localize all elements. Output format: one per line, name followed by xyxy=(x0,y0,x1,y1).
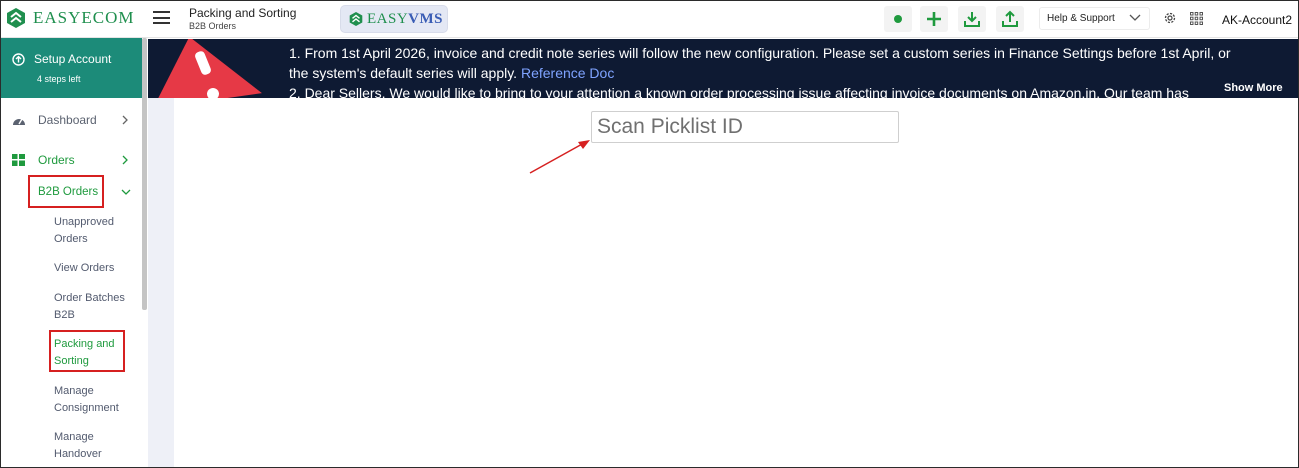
status-dot-icon xyxy=(894,15,902,23)
sidebar-subitem-order-batches[interactable]: Order Batches B2B xyxy=(54,290,134,324)
sidebar-subitem-packing-sorting[interactable]: Packing and Sorting xyxy=(54,336,134,370)
sidebar-item-orders[interactable]: Orders xyxy=(1,152,142,168)
page-title: Packing and Sorting xyxy=(189,6,297,20)
sidebar: Setup Account 4 steps left Dashboard Ord… xyxy=(1,38,148,467)
setup-steps-left: 4 steps left xyxy=(37,74,81,84)
download-icon xyxy=(964,12,980,27)
help-support-dropdown[interactable]: Help & Support xyxy=(1039,7,1150,30)
sidebar-subitem-manage-handover[interactable]: Manage Handover xyxy=(54,429,134,463)
sidebar-subitem-view-orders[interactable]: View Orders xyxy=(54,260,134,277)
upload-button[interactable] xyxy=(996,6,1024,32)
chevron-right-icon xyxy=(122,115,128,125)
announcement-line-2: the system's default series will apply. … xyxy=(289,65,615,81)
sidebar-subitem-manage-consignment[interactable]: Manage Consignment xyxy=(54,383,134,417)
chevron-down-icon xyxy=(121,189,131,195)
announcement-line-1: 1. From 1st April 2026, invoice and cred… xyxy=(289,45,1231,61)
reference-doc-link[interactable]: Reference Doc xyxy=(521,65,614,81)
easyvms-label: EASYVMS xyxy=(367,10,444,27)
sidebar-item-orders-label: Orders xyxy=(38,153,75,167)
menu-toggle-icon[interactable] xyxy=(153,11,170,24)
account-name[interactable]: AK-Account2 xyxy=(1222,13,1292,27)
easyvms-logo-icon xyxy=(349,12,363,26)
add-button[interactable] xyxy=(920,6,948,32)
upload-icon xyxy=(1002,10,1018,27)
show-more-button[interactable]: Show More xyxy=(1224,82,1283,94)
top-bar: EASYECOM Packing and Sorting B2B Orders … xyxy=(1,1,1298,38)
announcement-line-3: 2. Dear Sellers, We would like to bring … xyxy=(289,85,1189,98)
add-icon xyxy=(927,12,941,26)
announcement-banner: 1. From 1st April 2026, invoice and cred… xyxy=(148,39,1298,98)
sidebar-scrollbar[interactable] xyxy=(142,38,147,310)
easyecom-logo[interactable]: EASYECOM xyxy=(6,7,135,29)
setup-account-title: Setup Account xyxy=(34,52,112,66)
orders-grid-icon xyxy=(12,154,25,166)
arrow-up-circle-icon xyxy=(12,53,25,66)
sidebar-item-dashboard[interactable]: Dashboard xyxy=(1,112,142,128)
warning-icon xyxy=(154,39,262,98)
sidebar-item-dashboard-label: Dashboard xyxy=(38,113,97,127)
sidebar-subitem-unapproved-orders[interactable]: Unapproved Orders xyxy=(54,214,134,248)
logo-text: EASYECOM xyxy=(33,8,135,27)
help-support-label: Help & Support xyxy=(1047,13,1115,24)
announcement-text: 1. From 1st April 2026, invoice and cred… xyxy=(289,43,1289,98)
easyvms-switch-button[interactable]: EASYVMS xyxy=(341,6,447,32)
content-left-gutter xyxy=(148,98,174,467)
sidebar-item-b2b-orders-label: B2B Orders xyxy=(38,186,99,198)
easyecom-logo-icon xyxy=(7,8,25,28)
status-indicator-button[interactable] xyxy=(884,6,912,32)
download-button[interactable] xyxy=(958,6,986,32)
page-subtitle: B2B Orders xyxy=(189,21,237,31)
gear-icon[interactable] xyxy=(1163,11,1177,25)
apps-grid-icon[interactable] xyxy=(1190,12,1203,25)
scan-picklist-input[interactable] xyxy=(591,111,899,143)
setup-account-card[interactable]: Setup Account 4 steps left xyxy=(1,38,142,98)
app-window: EASYECOM Packing and Sorting B2B Orders … xyxy=(0,0,1299,468)
dashboard-gauge-icon xyxy=(13,118,25,125)
chevron-down-icon xyxy=(1129,14,1141,21)
sidebar-item-b2b-orders[interactable]: B2B Orders xyxy=(1,184,142,200)
annotation-arrow xyxy=(529,140,590,174)
chevron-right-icon xyxy=(122,155,128,165)
